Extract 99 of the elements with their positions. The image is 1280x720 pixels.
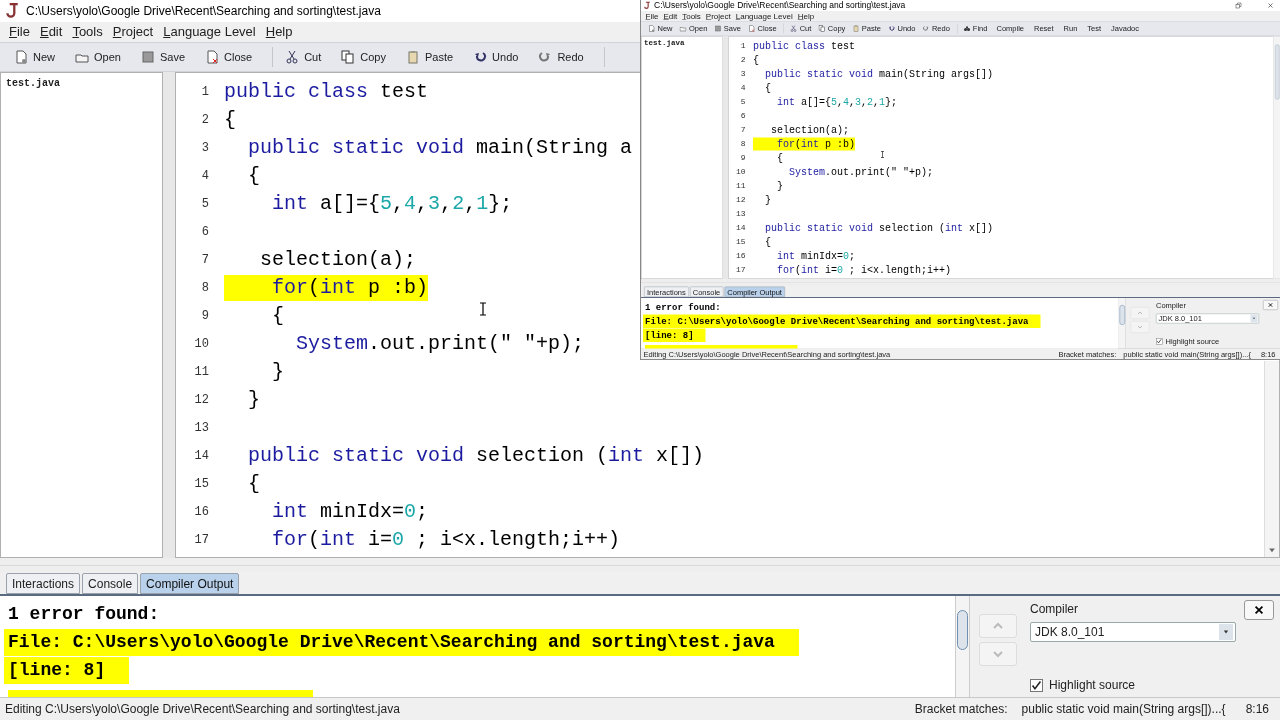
copy-icon [818,25,826,32]
menu-item[interactable]: Help [797,10,815,22]
menu-item[interactable]: Language Level [163,22,256,42]
panel-tab[interactable]: Compiler Output [140,573,240,594]
status-text: Editing C:\Users\yolo\Google Drive\Recent\Searching and sorting\test.java [5,701,400,718]
line-number: 10 [194,336,209,353]
line-number: 3 [740,68,746,81]
previous-button[interactable] [979,614,1017,638]
status-label: Bracket matches: [914,701,1008,718]
app-logo-icon [4,3,20,19]
toolbar-button[interactable]: Redo [532,45,598,69]
compiler-label: Compiler [1030,601,1078,618]
close-file-icon [747,25,755,32]
toolbar-button[interactable]: Close [199,45,267,69]
new-file-icon [14,50,28,64]
line-number: 11 [735,180,746,193]
line-number: 2 [740,54,746,67]
binoculars-icon [963,25,971,32]
line-number: 17 [735,264,746,277]
menu-item[interactable]: Edit [663,10,678,22]
menu-item[interactable]: File [9,22,30,42]
scrollbar[interactable] [955,596,970,697]
line-number: 2 [201,112,209,129]
line-number: 9 [740,152,746,165]
line-number: 13 [194,420,209,437]
menu-item[interactable]: Project [112,22,154,42]
line-number: 8 [201,280,209,297]
scrollbar[interactable] [1273,36,1280,279]
line-number: 4 [201,168,209,185]
menu-item[interactable]: Help [265,22,293,42]
line-number: 15 [735,236,746,249]
line-number: 17 [194,532,209,549]
line-number: 5 [740,96,746,109]
menu-item[interactable]: Project [705,10,731,22]
line-number: 5 [201,196,209,213]
window-title: C:\Users\yolo\Google Drive\Recent\Searching and sorting\test.java [26,3,381,20]
menu-item[interactable]: Tools [72,22,103,42]
line-number: 14 [735,222,746,235]
new-file-icon [648,25,655,32]
close-icon [1253,604,1265,616]
output-line: 1 error found: [644,300,722,314]
folder-icon [679,25,687,32]
undo-icon [473,50,488,64]
next-button[interactable] [1130,321,1150,333]
menu-item[interactable]: Tools [682,10,701,22]
line-number: 1 [740,40,746,53]
menu-item[interactable]: File [645,10,659,22]
panel-tab[interactable]: Interactions [6,573,81,594]
scissors-icon [285,50,300,64]
line-number: 12 [735,194,746,207]
line-number: 3 [201,140,209,157]
window-title: C:\Users\yolo\Google Drive\Recent\Searching and sorting\test.java [654,0,906,12]
scrollbar[interactable] [1264,361,1279,557]
line-number: 9 [201,308,209,325]
line-number: 4 [740,82,746,95]
cursor-position: 8:16 [1245,701,1270,718]
document-item[interactable]: test.java [4,76,159,91]
dropdown-value: JDK 8.0_101 [1035,624,1105,641]
redo-icon [538,50,553,64]
line-number: 7 [740,124,746,137]
line-number: 16 [194,504,209,521]
toolbar-button[interactable]: Open [69,45,135,69]
line-number: 15 [194,476,209,493]
copy-icon [341,50,356,64]
splitter[interactable] [722,36,729,279]
toolbar-button[interactable]: Copy [335,45,400,69]
toolbar-button[interactable]: Save [134,45,199,69]
close-panel-button[interactable] [1244,600,1274,620]
line-number: 7 [201,252,209,269]
splitter[interactable] [163,72,175,558]
line-number: 13 [735,208,746,221]
next-button[interactable] [979,642,1017,666]
output-line: 1 error found: [7,602,161,626]
line-number: 8 [740,138,746,151]
line-number: 16 [735,250,746,263]
line-number: 12 [194,392,209,409]
panel-tab[interactable]: Console [82,573,139,594]
toolbar-button[interactable]: Undo [467,45,533,69]
highlight-source-checkbox[interactable]: Highlight source [1030,676,1136,694]
toolbar-button[interactable]: Cut [279,45,336,69]
line-number: 10 [735,166,746,179]
clipboard-icon [405,50,420,64]
menu-item[interactable]: Edit [39,22,63,42]
clipboard-icon [852,25,860,32]
scrollbar[interactable] [1118,298,1126,349]
line-number: 14 [194,448,209,465]
close-file-icon [205,50,219,64]
compiler-dropdown[interactable]: JDK 8.0_101 [1030,622,1236,642]
toolbar-button[interactable]: New [8,45,69,69]
line-number: 6 [740,110,746,123]
toolbar-button[interactable]: Paste [399,45,468,69]
line-number: 6 [201,224,209,241]
bracket-match-text: public static void main(String args[])...{ [1021,701,1226,718]
previous-button[interactable] [1130,307,1150,319]
dropdown-arrow-icon [1251,315,1257,321]
checkmark-icon [1031,679,1042,691]
line-number: 11 [194,364,209,381]
menu-item[interactable]: Language Level [735,10,793,22]
line-number: 1 [201,84,209,101]
